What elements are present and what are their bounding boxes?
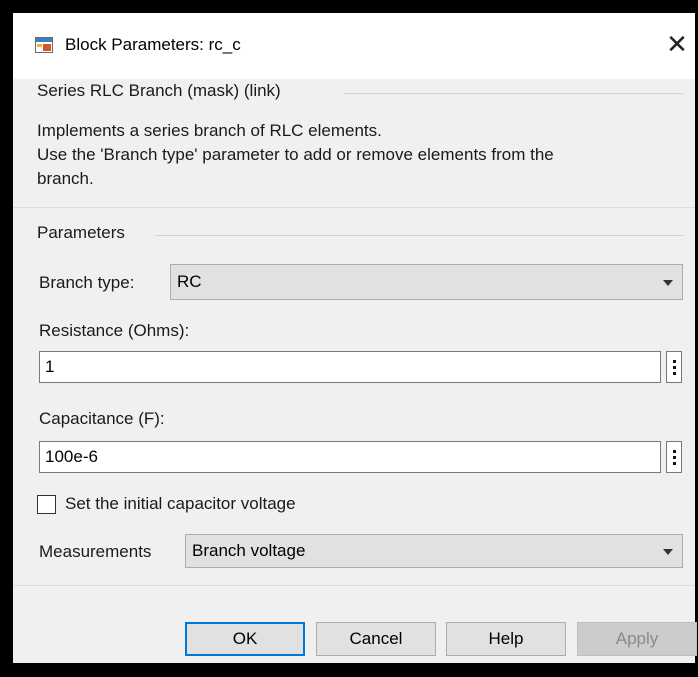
description-line: Implements a series branch of RLC elemen… <box>37 121 382 140</box>
branch-type-select[interactable]: RC <box>170 264 683 300</box>
branch-type-label: Branch type: <box>39 273 135 292</box>
resistance-label: Resistance (Ohms): <box>39 321 190 340</box>
resistance-input[interactable] <box>39 351 661 383</box>
capacitance-label: Capacitance (F): <box>39 409 165 428</box>
description-line: branch. <box>37 169 94 188</box>
title-bar[interactable]: Block Parameters: rc_c ✕ <box>13 13 695 79</box>
measurements-select[interactable]: Branch voltage <box>185 534 683 568</box>
parameters-group-border <box>155 235 683 236</box>
capacitance-input[interactable] <box>39 441 661 473</box>
initial-voltage-checkbox[interactable] <box>37 495 56 514</box>
mask-description: Implements a series branch of RLC elemen… <box>37 119 687 191</box>
chevron-down-icon <box>663 280 673 286</box>
measurements-label: Measurements <box>39 542 152 561</box>
mask-group-border <box>343 93 683 94</box>
capacitance-options-icon[interactable] <box>666 441 682 473</box>
chevron-down-icon <box>663 549 673 555</box>
section-divider <box>13 207 695 208</box>
ok-button[interactable]: OK <box>185 622 305 656</box>
window-title: Block Parameters: rc_c <box>65 35 241 54</box>
cancel-button[interactable]: Cancel <box>316 622 436 656</box>
apply-button[interactable]: Apply <box>577 622 697 656</box>
section-divider <box>13 585 695 586</box>
description-line: Use the 'Branch type' parameter to add o… <box>37 145 554 164</box>
mask-group-title: Series RLC Branch (mask) (link) <box>37 81 287 101</box>
resistance-options-icon[interactable] <box>666 351 682 383</box>
close-icon[interactable]: ✕ <box>665 30 689 60</box>
initial-voltage-checkbox-label[interactable]: Set the initial capacitor voltage <box>65 494 296 514</box>
measurements-value: Branch voltage <box>192 541 306 560</box>
help-button[interactable]: Help <box>446 622 566 656</box>
parameters-group-title: Parameters <box>37 223 131 243</box>
block-parameters-dialog: Block Parameters: rc_c ✕ Series RLC Bran… <box>13 13 697 663</box>
branch-type-value: RC <box>177 272 202 291</box>
simulink-block-icon <box>35 37 53 53</box>
